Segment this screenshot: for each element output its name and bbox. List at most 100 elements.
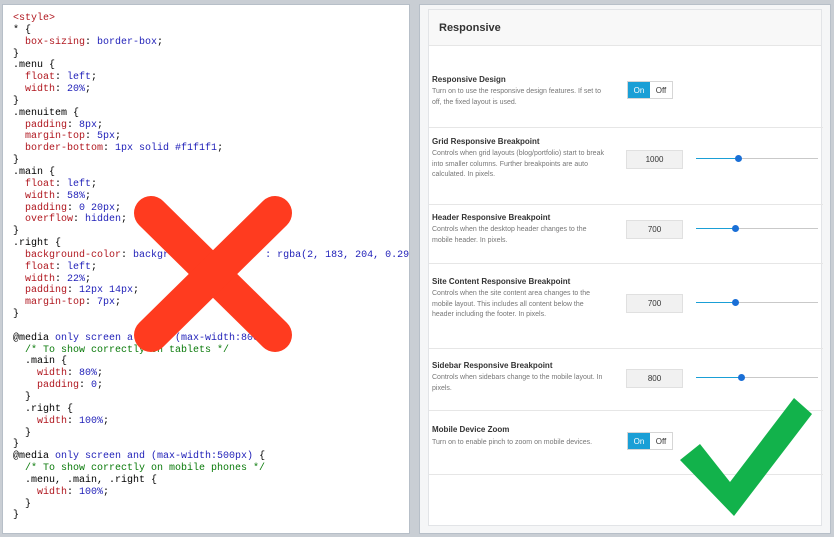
code-token: ; <box>91 72 98 84</box>
code-token: 5px <box>97 131 116 143</box>
code-token: width <box>13 368 68 380</box>
code-token: : <box>55 84 68 96</box>
code-token: 20% <box>67 84 86 96</box>
code-token: } <box>13 155 20 167</box>
code-line: padding: 8px; <box>13 119 409 132</box>
code-line: .menu, .main, .right { <box>13 475 409 487</box>
header-breakpoint-input[interactable]: 700 <box>626 220 683 239</box>
code-line: width: 100%; <box>13 487 409 499</box>
code-token: margin-top <box>13 297 86 309</box>
code-token: ; <box>115 297 122 309</box>
code-token: 100% <box>79 415 104 427</box>
code-token: ; <box>217 143 224 155</box>
code-token: : <box>79 380 92 392</box>
site-content-breakpoint-input[interactable]: 700 <box>626 294 683 313</box>
code-line: width: 20%; <box>13 84 409 96</box>
code-line: .main { <box>13 356 409 368</box>
slider-thumb[interactable] <box>731 225 739 232</box>
grid-breakpoint-input[interactable]: 1000 <box>626 150 683 169</box>
slider-thumb[interactable] <box>737 374 745 381</box>
code-token: : <box>85 297 98 309</box>
sidebar-breakpoint-input[interactable]: 800 <box>626 369 683 388</box>
code-token: width <box>13 273 56 285</box>
code-token: } <box>13 48 20 60</box>
code-token: overflow <box>13 214 74 226</box>
setting-description: Turn on to enable pinch to zoom on mobil… <box>432 439 593 446</box>
panel-header: Responsive <box>429 10 821 46</box>
code-token: : <box>85 131 98 143</box>
code-token: width <box>13 190 56 202</box>
code-token: : <box>85 36 98 48</box>
code-token: 22% <box>67 273 86 285</box>
code-token: } <box>13 226 20 238</box>
code-token: ; <box>97 380 104 392</box>
code-token: } <box>13 392 32 403</box>
code-token: } <box>13 95 20 107</box>
code-token: ; <box>97 368 104 380</box>
code-token: left <box>67 178 92 190</box>
code-line: .main { <box>13 167 409 179</box>
code-token: only screen a <box>55 332 134 344</box>
code-token: padding <box>13 380 80 392</box>
setting-title: Site Content Responsive Breakpoint <box>432 277 571 286</box>
slider-fill <box>696 377 742 378</box>
code-line: } <box>13 510 409 522</box>
slider-fill <box>696 158 739 159</box>
setting-title: Mobile Device Zoom <box>432 425 510 434</box>
code-line: /* To show correctly on mobile phones */ <box>13 463 409 475</box>
code-token: ; <box>85 84 92 96</box>
code-token: : <box>55 273 68 285</box>
code-token: padding <box>13 202 68 214</box>
code-token: ; <box>121 214 128 226</box>
sidebar-breakpoint-slider[interactable] <box>696 373 818 383</box>
code-token: { <box>253 451 266 463</box>
code-line: width: 80%; <box>13 368 409 380</box>
code-token: : <box>67 285 80 297</box>
code-token: 58% <box>67 190 86 202</box>
code-line: } <box>13 427 409 440</box>
setting-description: Turn on to use the responsive design fea… <box>432 88 602 106</box>
code-token: width <box>13 415 68 427</box>
code-line: } <box>13 499 409 511</box>
toggle-off-button[interactable]: Off <box>650 433 672 449</box>
code-token: ; <box>97 119 104 131</box>
code-token: ; <box>103 415 110 427</box>
toggle-on-button[interactable]: On <box>628 82 650 98</box>
site-content-breakpoint-slider[interactable] <box>696 298 818 308</box>
code-token: left <box>67 261 92 273</box>
code-line: padding: 0; <box>13 380 409 392</box>
setting-title: Grid Responsive Breakpoint <box>432 137 540 146</box>
code-token: 12px 14px <box>79 285 134 297</box>
slider-thumb[interactable] <box>735 155 743 162</box>
code-line: float: left; <box>13 178 409 191</box>
toggle-off-button[interactable]: Off <box>650 82 672 98</box>
code-line: .menuitem { <box>13 108 409 120</box>
setting-row-grid-breakpoint: Grid Responsive Breakpoint Controls when… <box>429 128 823 205</box>
code-token: : <box>67 119 80 131</box>
grid-breakpoint-slider[interactable] <box>696 154 818 164</box>
code-line: .right { <box>13 404 409 416</box>
code-line: } <box>13 439 409 451</box>
code-token: ; <box>85 273 92 285</box>
code-token: 1px solid #f1f1f1 <box>115 143 218 155</box>
header-breakpoint-slider[interactable] <box>696 224 818 234</box>
toggle-on-button[interactable]: On <box>628 433 650 449</box>
code-token: } <box>13 427 32 439</box>
code-token: : <box>103 143 116 155</box>
code-token: .main { <box>13 356 68 368</box>
code-token: hidden <box>85 214 122 226</box>
setting-description: Controls when grid layouts (blog/portfol… <box>432 150 604 178</box>
slider-thumb[interactable] <box>731 299 739 306</box>
code-token: } <box>13 439 20 451</box>
code-token: : <box>67 415 80 427</box>
code-token: <style> <box>13 13 56 24</box>
mobile-zoom-toggle[interactable]: On Off <box>627 432 673 450</box>
code-token: * { <box>13 24 32 36</box>
code-token: left <box>67 72 92 84</box>
setting-title: Responsive Design <box>432 75 506 84</box>
code-line: float: left; <box>13 72 409 84</box>
code-token: float <box>13 72 56 84</box>
code-token: ; <box>85 190 92 202</box>
code-token: width <box>13 84 56 96</box>
responsive-design-toggle[interactable]: On Off <box>627 81 673 99</box>
